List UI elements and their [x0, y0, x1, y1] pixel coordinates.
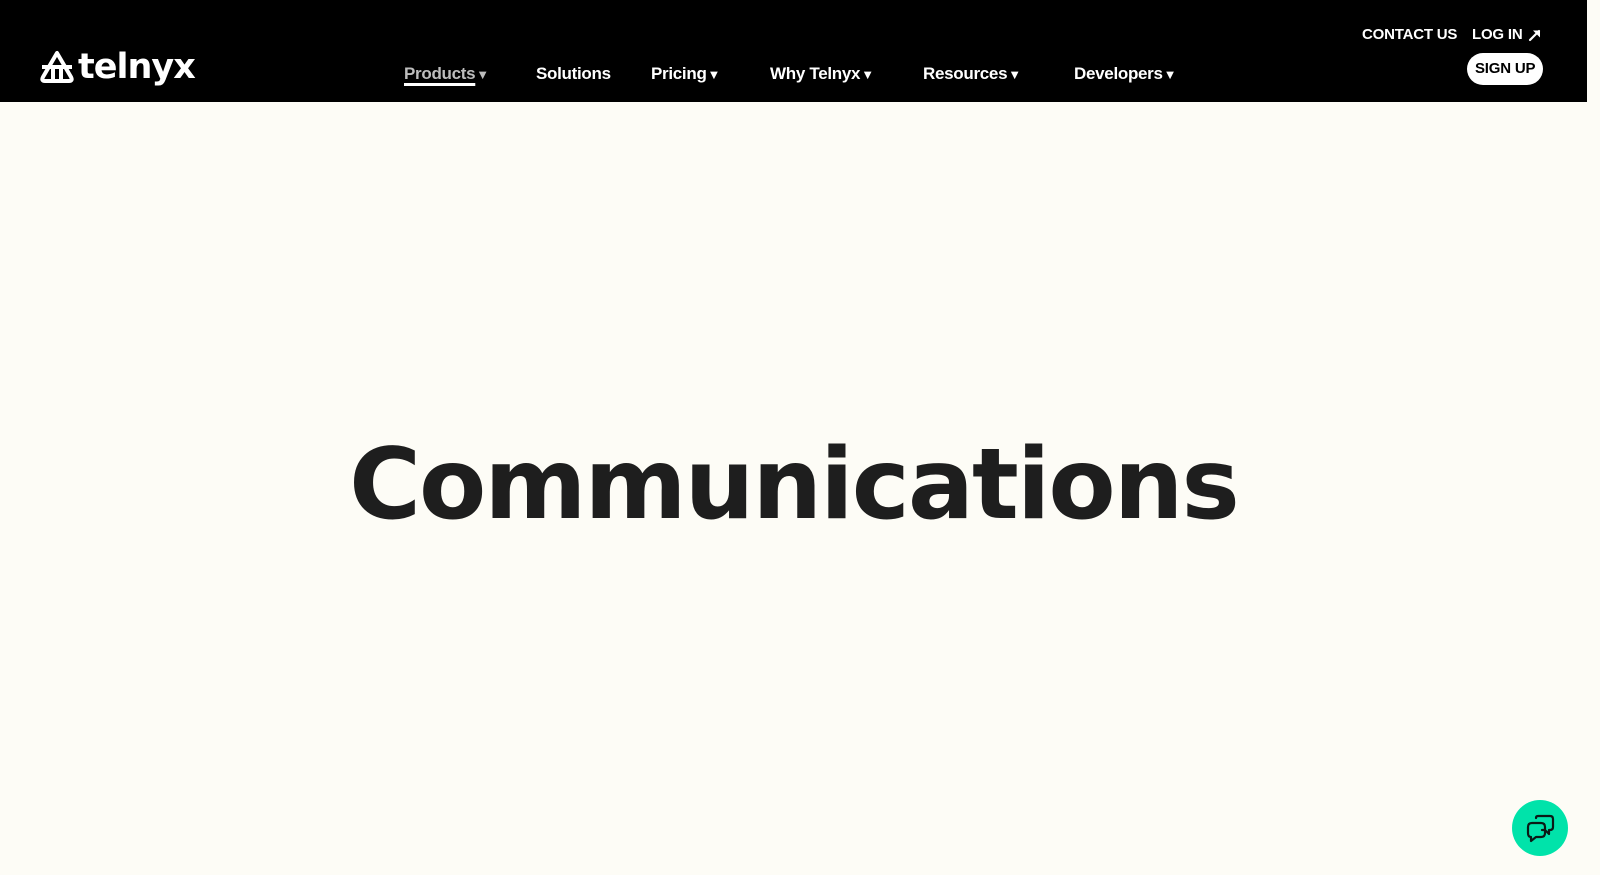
- chat-widget-button[interactable]: [1512, 800, 1568, 856]
- scrollbar-track: [1587, 0, 1600, 875]
- sign-up-button[interactable]: SIGN UP: [1467, 53, 1544, 85]
- nav-pricing-label: Pricing: [651, 64, 707, 83]
- hero-title: Communications: [349, 428, 1240, 542]
- arrow-up-right-icon: [1529, 29, 1541, 42]
- site-header: telnyx Products ▼ Solutions Pricing ▼ Why …: [0, 0, 1587, 102]
- nav-resources-label: Resources: [923, 64, 1008, 83]
- nav-developers-label: Developers: [1074, 64, 1163, 83]
- nav-products[interactable]: Products ▼: [404, 62, 489, 86]
- chat-bubbles-icon: [1526, 814, 1555, 843]
- contact-us-link[interactable]: CONTACT US: [1362, 25, 1457, 45]
- nav-solutions-label: Solutions: [536, 64, 611, 83]
- nav-solutions[interactable]: Solutions: [536, 62, 611, 86]
- logo-wordmark: telnyx: [78, 47, 196, 87]
- nav-products-label: Products: [404, 64, 476, 83]
- chevron-down-icon: ▼: [861, 66, 874, 82]
- chevron-down-icon: ▼: [707, 66, 721, 82]
- nav-why-telnyx-label: Why Telnyx: [770, 64, 861, 83]
- nav-why-telnyx[interactable]: Why Telnyx ▼: [770, 62, 874, 86]
- nav-developers[interactable]: Developers ▼: [1074, 62, 1177, 86]
- log-in-link[interactable]: LOG IN: [1472, 25, 1542, 45]
- chevron-down-icon: ▼: [1008, 66, 1021, 82]
- chevron-down-icon: ▼: [1163, 66, 1177, 82]
- telnyx-logo-icon: [40, 51, 74, 83]
- nav-pricing[interactable]: Pricing ▼: [651, 62, 720, 86]
- telnyx-logo[interactable]: telnyx: [39, 46, 196, 88]
- log-in-label: LOG IN: [1472, 26, 1523, 43]
- chevron-down-icon: ▼: [476, 66, 489, 82]
- nav-resources[interactable]: Resources ▼: [923, 62, 1021, 86]
